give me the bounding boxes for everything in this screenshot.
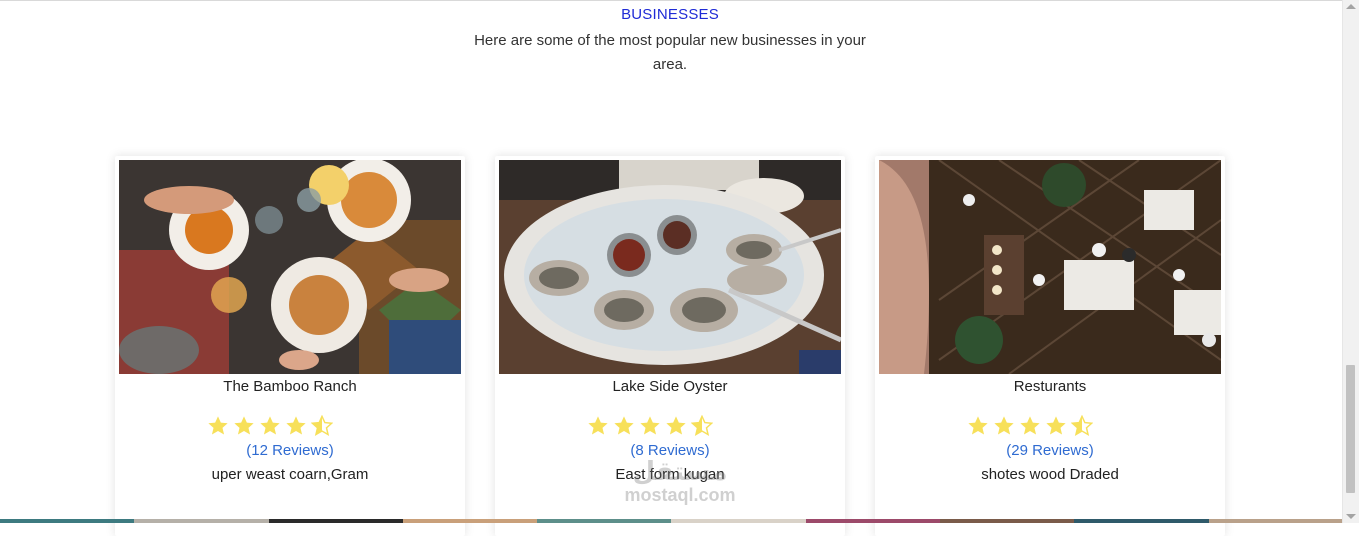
reviews-link[interactable]: (29 Reviews) xyxy=(875,442,1225,459)
restaurant-interior-photo xyxy=(879,160,1221,374)
business-name[interactable]: Resturants xyxy=(875,378,1225,395)
business-address: East form kugan xyxy=(615,466,725,483)
business-photo[interactable] xyxy=(879,160,1221,374)
section-eyebrow: BUSINESSES xyxy=(621,6,719,23)
food-table-photo xyxy=(119,160,461,374)
star-full-icon xyxy=(994,416,1014,435)
star-half-icon xyxy=(691,415,713,437)
business-photo[interactable] xyxy=(499,160,841,374)
business-card[interactable]: Resturants (29 Reviews) shotes wood Drad… xyxy=(875,156,1225,536)
star-full-icon xyxy=(208,416,228,435)
business-address: uper weast coarn,Gram xyxy=(211,466,369,483)
star-full-icon xyxy=(260,416,280,435)
star-full-icon xyxy=(1046,416,1066,435)
section-subtitle: Here are some of the most popular new bu… xyxy=(474,32,866,73)
star-full-icon xyxy=(1020,416,1040,435)
star-rating xyxy=(207,415,333,437)
business-photo[interactable] xyxy=(119,160,461,374)
star-full-icon xyxy=(286,416,306,435)
scrollbar-thumb[interactable] xyxy=(1346,365,1355,493)
reviews-link[interactable]: (12 Reviews) xyxy=(115,442,465,459)
business-card[interactable]: Lake Side Oyster (8 Reviews) East form k… xyxy=(495,156,845,536)
next-section-peek xyxy=(0,519,1343,523)
star-full-icon xyxy=(968,416,988,435)
star-half-icon xyxy=(1071,415,1093,437)
star-rating xyxy=(587,415,713,437)
business-address: shotes wood Draded xyxy=(981,466,1119,483)
star-full-icon xyxy=(614,416,634,435)
scroll-up-icon[interactable] xyxy=(1346,4,1356,9)
business-name[interactable]: The Bamboo Ranch xyxy=(115,378,465,395)
business-name[interactable]: Lake Side Oyster xyxy=(495,378,845,395)
star-full-icon xyxy=(666,416,686,435)
star-rating xyxy=(967,415,1093,437)
star-full-icon xyxy=(640,416,660,435)
oyster-platter-photo xyxy=(499,160,841,374)
star-full-icon xyxy=(588,416,608,435)
scroll-down-icon[interactable] xyxy=(1346,514,1356,519)
star-half-icon xyxy=(311,415,333,437)
top-divider xyxy=(0,0,1343,1)
page-scrollbar[interactable] xyxy=(1342,0,1359,523)
star-full-icon xyxy=(234,416,254,435)
reviews-link[interactable]: (8 Reviews) xyxy=(495,442,845,459)
business-card[interactable]: The Bamboo Ranch (12 Reviews) uper weast… xyxy=(115,156,465,536)
